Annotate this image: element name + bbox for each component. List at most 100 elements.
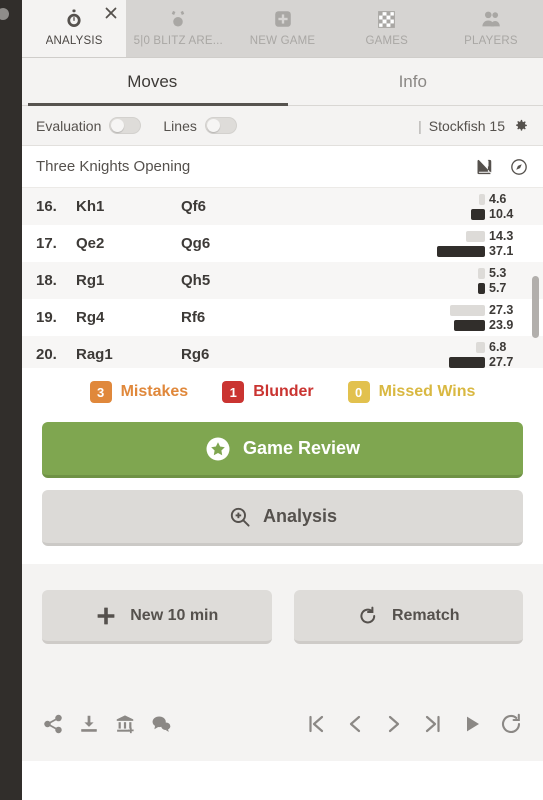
people-icon (480, 6, 502, 32)
black-move[interactable]: Qg6 (181, 235, 286, 252)
tab-games[interactable]: GAMES (335, 0, 439, 57)
share-icon[interactable] (42, 713, 64, 735)
trophy-icon (167, 6, 189, 32)
active-tab-indicator (28, 103, 288, 106)
star-circle-icon (205, 436, 231, 462)
toolbar-left-group (42, 713, 172, 735)
black-move[interactable]: Qf6 (181, 198, 286, 215)
stopwatch-icon (63, 6, 85, 32)
move-row[interactable]: 18. Rg1 Qh5 5.3 5.7 (22, 262, 543, 299)
last-move-icon[interactable] (421, 712, 445, 736)
black-time-bar (449, 356, 485, 368)
move-time-bars: 4.6 10.4 (433, 192, 529, 221)
stat-item[interactable]: 0 Missed Wins (347, 381, 476, 403)
play-icon[interactable] (460, 712, 484, 736)
evaluation-toggle-group: Evaluation (36, 117, 142, 134)
rematch-label: Rematch (391, 606, 460, 624)
lines-toggle[interactable] (204, 117, 237, 134)
compass-icon[interactable] (509, 157, 529, 177)
tab-analysis[interactable]: ANALYSIS (22, 0, 127, 57)
stat-label: Missed Wins (378, 383, 476, 400)
stat-badge: 3 (89, 381, 112, 403)
white-move[interactable]: Rg1 (76, 272, 181, 289)
book-icon[interactable] (475, 157, 495, 177)
white-time-value: 14.3 (489, 229, 514, 243)
download-icon[interactable] (78, 713, 100, 735)
move-row[interactable]: 19. Rg4 Rf6 27.3 23.9 (22, 299, 543, 336)
white-time-bar (476, 341, 485, 353)
analysis-button[interactable]: Analysis (42, 490, 523, 546)
white-time-value: 4.6 (489, 192, 507, 206)
move-time-bars: 27.3 23.9 (433, 303, 529, 332)
stat-item[interactable]: 3 Mistakes (89, 381, 188, 403)
time-bar-track (433, 245, 485, 257)
tab-label: NEW GAME (249, 35, 316, 47)
white-move[interactable]: Rag1 (76, 346, 181, 363)
chat-icon[interactable] (150, 713, 172, 735)
tab-players[interactable]: PLAYERS (439, 0, 543, 57)
stat-item[interactable]: 1 Blunder (222, 381, 314, 403)
black-time-line: 27.7 (433, 355, 529, 368)
engine-name[interactable]: Stockfish 15 (429, 118, 505, 134)
white-time-bar (450, 304, 485, 316)
bottom-toolbar (22, 687, 543, 761)
white-time-bar (479, 193, 485, 205)
white-move[interactable]: Qe2 (76, 235, 181, 252)
tab-blitz-arena[interactable]: 5|0 BLITZ ARE... (126, 0, 230, 57)
rail-partial-icon (0, 6, 11, 22)
black-time-value: 10.4 (489, 207, 514, 221)
rematch-button[interactable]: Rematch (293, 590, 523, 644)
move-row[interactable]: 17. Qe2 Qg6 14.3 37.1 (22, 225, 543, 262)
move-list[interactable]: 16. Kh1 Qf6 4.6 10.4 17. Qe2 Qg6 14.3 37.1 18. Rg1 Q… (22, 188, 543, 368)
engine-info: | Stockfish 15 (418, 117, 529, 134)
move-list-scrollbar[interactable] (532, 276, 539, 338)
move-row[interactable]: 20. Rag1 Rg6 6.8 27.7 (22, 336, 543, 368)
black-time-value: 23.9 (489, 318, 514, 332)
white-time-value: 27.3 (489, 303, 514, 317)
move-number: 16. (36, 198, 57, 215)
secondary-actions: New 10 min Rematch (22, 564, 543, 687)
move-time-bars: 6.8 27.7 (433, 340, 529, 368)
engine-bar: Evaluation Lines | Stockfish 15 (22, 106, 543, 146)
time-bar-track (433, 319, 485, 331)
tab-label: ANALYSIS (45, 35, 103, 47)
toggle-knob (111, 119, 125, 132)
black-time-value: 27.7 (489, 355, 514, 368)
previous-move-icon[interactable] (343, 712, 367, 736)
sub-tab-label: Moves (127, 72, 178, 91)
move-row[interactable]: 16. Kh1 Qf6 4.6 10.4 (22, 188, 543, 225)
move-number: 20. (36, 346, 57, 363)
add-to-collection-icon[interactable] (114, 713, 136, 735)
time-bar-track (433, 193, 485, 205)
left-rail (0, 0, 22, 800)
black-move[interactable]: Qh5 (181, 272, 286, 289)
gear-icon[interactable] (512, 117, 529, 134)
refresh-icon[interactable] (499, 712, 523, 736)
white-time-value: 5.3 (489, 266, 507, 280)
black-time-line: 10.4 (433, 207, 529, 221)
stat-badge: 1 (222, 381, 245, 403)
plus-icon (95, 605, 117, 627)
white-move[interactable]: Rg4 (76, 309, 181, 326)
white-time-line: 14.3 (433, 229, 529, 243)
engine-separator: | (418, 117, 422, 134)
black-move[interactable]: Rg6 (181, 346, 286, 363)
plus-square-icon (272, 6, 294, 32)
sub-tab-label: Info (398, 72, 427, 91)
close-icon[interactable] (104, 6, 118, 20)
tab-moves[interactable]: Moves (22, 58, 283, 106)
tab-new-game[interactable]: NEW GAME (230, 0, 334, 57)
evaluation-toggle[interactable] (109, 117, 142, 134)
next-move-icon[interactable] (382, 712, 406, 736)
black-move[interactable]: Rf6 (181, 309, 286, 326)
stat-label: Blunder (253, 383, 314, 400)
game-review-button[interactable]: Game Review (42, 422, 523, 478)
toggle-knob (206, 119, 220, 132)
white-move[interactable]: Kh1 (76, 198, 181, 215)
first-move-icon[interactable] (304, 712, 328, 736)
time-bar-track (433, 267, 485, 279)
tab-info[interactable]: Info (283, 58, 543, 106)
new-game-button[interactable]: New 10 min (42, 590, 272, 644)
magnifier-plus-icon (228, 505, 252, 529)
black-time-line: 23.9 (433, 318, 529, 332)
